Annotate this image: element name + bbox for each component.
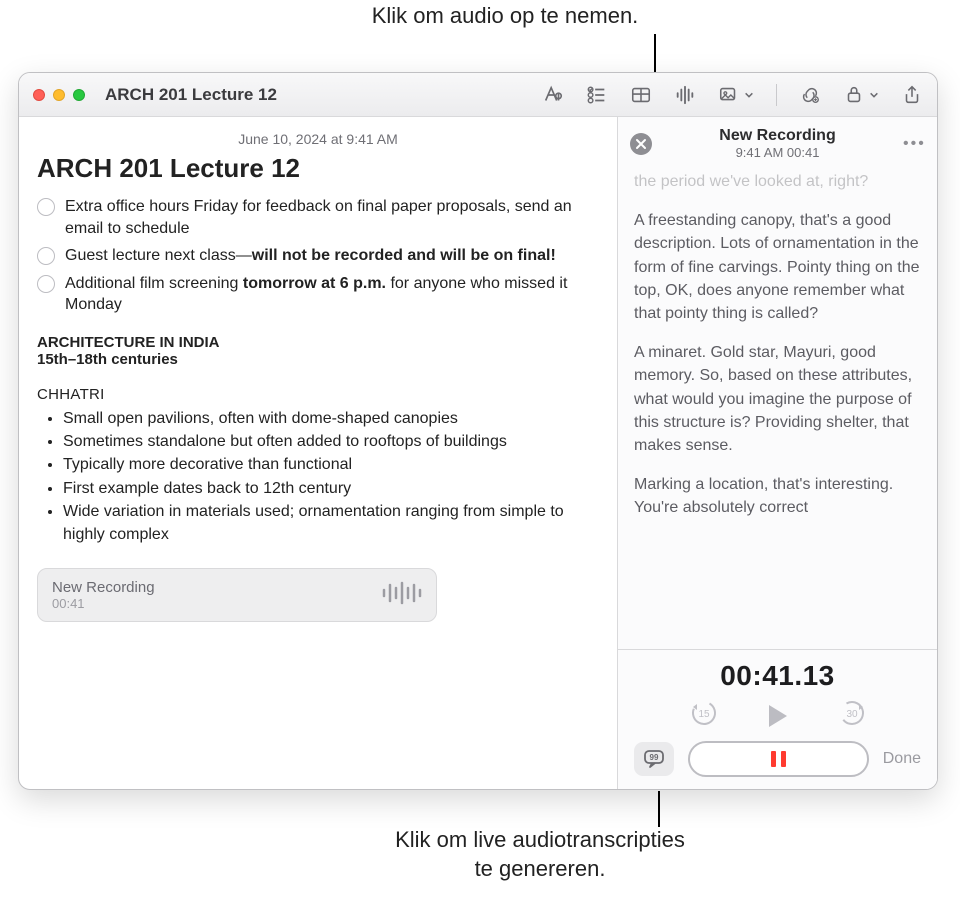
link-icon (799, 84, 821, 106)
close-window-button[interactable] (33, 89, 45, 101)
format-button[interactable] (542, 84, 564, 106)
checklist-item-text: Additional film screening tomorrow at 6 … (65, 273, 599, 316)
live-transcription-button[interactable]: 99 (634, 742, 674, 776)
recording-subtitle: 9:41 AM 00:41 (660, 145, 895, 160)
zoom-window-button[interactable] (73, 89, 85, 101)
share-icon (901, 84, 923, 106)
checklist-icon (586, 84, 608, 106)
window-title: ARCH 201 Lecture 12 (105, 85, 277, 105)
forward-30-button[interactable]: 30 (837, 698, 867, 733)
format-icon (542, 84, 564, 106)
waveform-icon (382, 580, 422, 611)
lock-icon (843, 84, 865, 106)
recording-attachment[interactable]: New Recording 00:41 (37, 568, 437, 622)
checklist-item[interactable]: Extra office hours Friday for feedback o… (37, 196, 599, 239)
section-subheading: 15th–18th centuries (37, 351, 599, 368)
section-heading: ARCHITECTURE IN INDIA (37, 334, 599, 351)
transcript-paragraph: A minaret. Gold star, Mayuri, good memor… (634, 341, 921, 457)
svg-text:30: 30 (846, 709, 858, 720)
checklist-item-text: Guest lecture next class—will not be rec… (65, 245, 556, 267)
pause-icon (771, 751, 786, 767)
table-icon (630, 84, 652, 106)
recording-title: New Recording (660, 127, 895, 145)
annotation-label: Klik om live audiotranscripties te gener… (235, 826, 845, 883)
annotation-label: Klik om audio op te nemen. (300, 2, 710, 31)
annotation-pointer (658, 791, 660, 827)
toolbar-separator (776, 84, 777, 106)
close-panel-button[interactable] (630, 133, 652, 155)
transcript: the period we've looked at, right? A fre… (618, 160, 937, 649)
bullet-item: Sometimes standalone but often added to … (63, 430, 599, 453)
playback-controls: 00:41.13 15 30 (618, 649, 937, 789)
transcript-paragraph: A freestanding canopy, that's a good des… (634, 209, 921, 325)
checkbox[interactable] (37, 247, 55, 265)
bullet-item: Small open pavilions, often with dome-sh… (63, 407, 599, 430)
recording-duration: 00:41 (52, 596, 155, 611)
done-button[interactable]: Done (883, 750, 921, 768)
transcription-icon: 99 (643, 749, 665, 769)
checkbox[interactable] (37, 275, 55, 293)
recording-timer: 00:41.13 (634, 660, 921, 692)
titlebar: ARCH 201 Lecture 12 (19, 73, 937, 117)
pause-recording-button[interactable] (688, 741, 869, 777)
recording-name: New Recording (52, 579, 155, 596)
note-content: June 10, 2024 at 9:41 AM ARCH 201 Lectur… (19, 117, 617, 789)
minimize-window-button[interactable] (53, 89, 65, 101)
checklist-item[interactable]: Additional film screening tomorrow at 6 … (37, 273, 599, 316)
link-button[interactable] (799, 84, 821, 106)
checkbox[interactable] (37, 198, 55, 216)
bullet-item: Wide variation in materials used; orname… (63, 500, 599, 546)
transcript-line-faded: the period we've looked at, right? (634, 170, 921, 193)
app-window: ARCH 201 Lecture 12 (18, 72, 938, 790)
rewind-icon: 15 (689, 698, 719, 728)
record-audio-button[interactable] (674, 84, 696, 106)
checklist-button[interactable] (586, 84, 608, 106)
media-icon (718, 84, 740, 106)
svg-text:15: 15 (698, 709, 710, 720)
play-button[interactable] (769, 705, 787, 727)
note-date: June 10, 2024 at 9:41 AM (37, 131, 599, 147)
chevron-down-icon (744, 90, 754, 100)
checklist-item[interactable]: Guest lecture next class—will not be rec… (37, 245, 599, 267)
waveform-icon (674, 84, 696, 106)
rewind-15-button[interactable]: 15 (689, 698, 719, 733)
traffic-lights (33, 89, 85, 101)
checklist-item-text: Extra office hours Friday for feedback o… (65, 196, 599, 239)
toolbar (542, 84, 923, 106)
forward-icon: 30 (837, 698, 867, 728)
svg-text:99: 99 (650, 753, 659, 762)
bullet-item: First example dates back to 12th century (63, 477, 599, 500)
share-button[interactable] (901, 84, 923, 106)
recording-panel: New Recording 9:41 AM 00:41 ••• the peri… (617, 117, 937, 789)
note-title: ARCH 201 Lecture 12 (37, 153, 599, 184)
ellipsis-icon: ••• (903, 135, 926, 152)
media-button[interactable] (718, 84, 754, 106)
recording-panel-header: New Recording 9:41 AM 00:41 ••• (618, 117, 937, 160)
bullet-list: Small open pavilions, often with dome-sh… (41, 407, 599, 546)
chevron-down-icon (869, 90, 879, 100)
close-icon (635, 138, 647, 150)
bullet-item: Typically more decorative than functiona… (63, 453, 599, 476)
more-options-button[interactable]: ••• (903, 135, 925, 153)
table-button[interactable] (630, 84, 652, 106)
lock-button[interactable] (843, 84, 879, 106)
subsection-label: CHHATRI (37, 386, 599, 403)
checklist: Extra office hours Friday for feedback o… (37, 196, 599, 316)
transcript-paragraph: Marking a location, that's interesting. … (634, 473, 921, 519)
